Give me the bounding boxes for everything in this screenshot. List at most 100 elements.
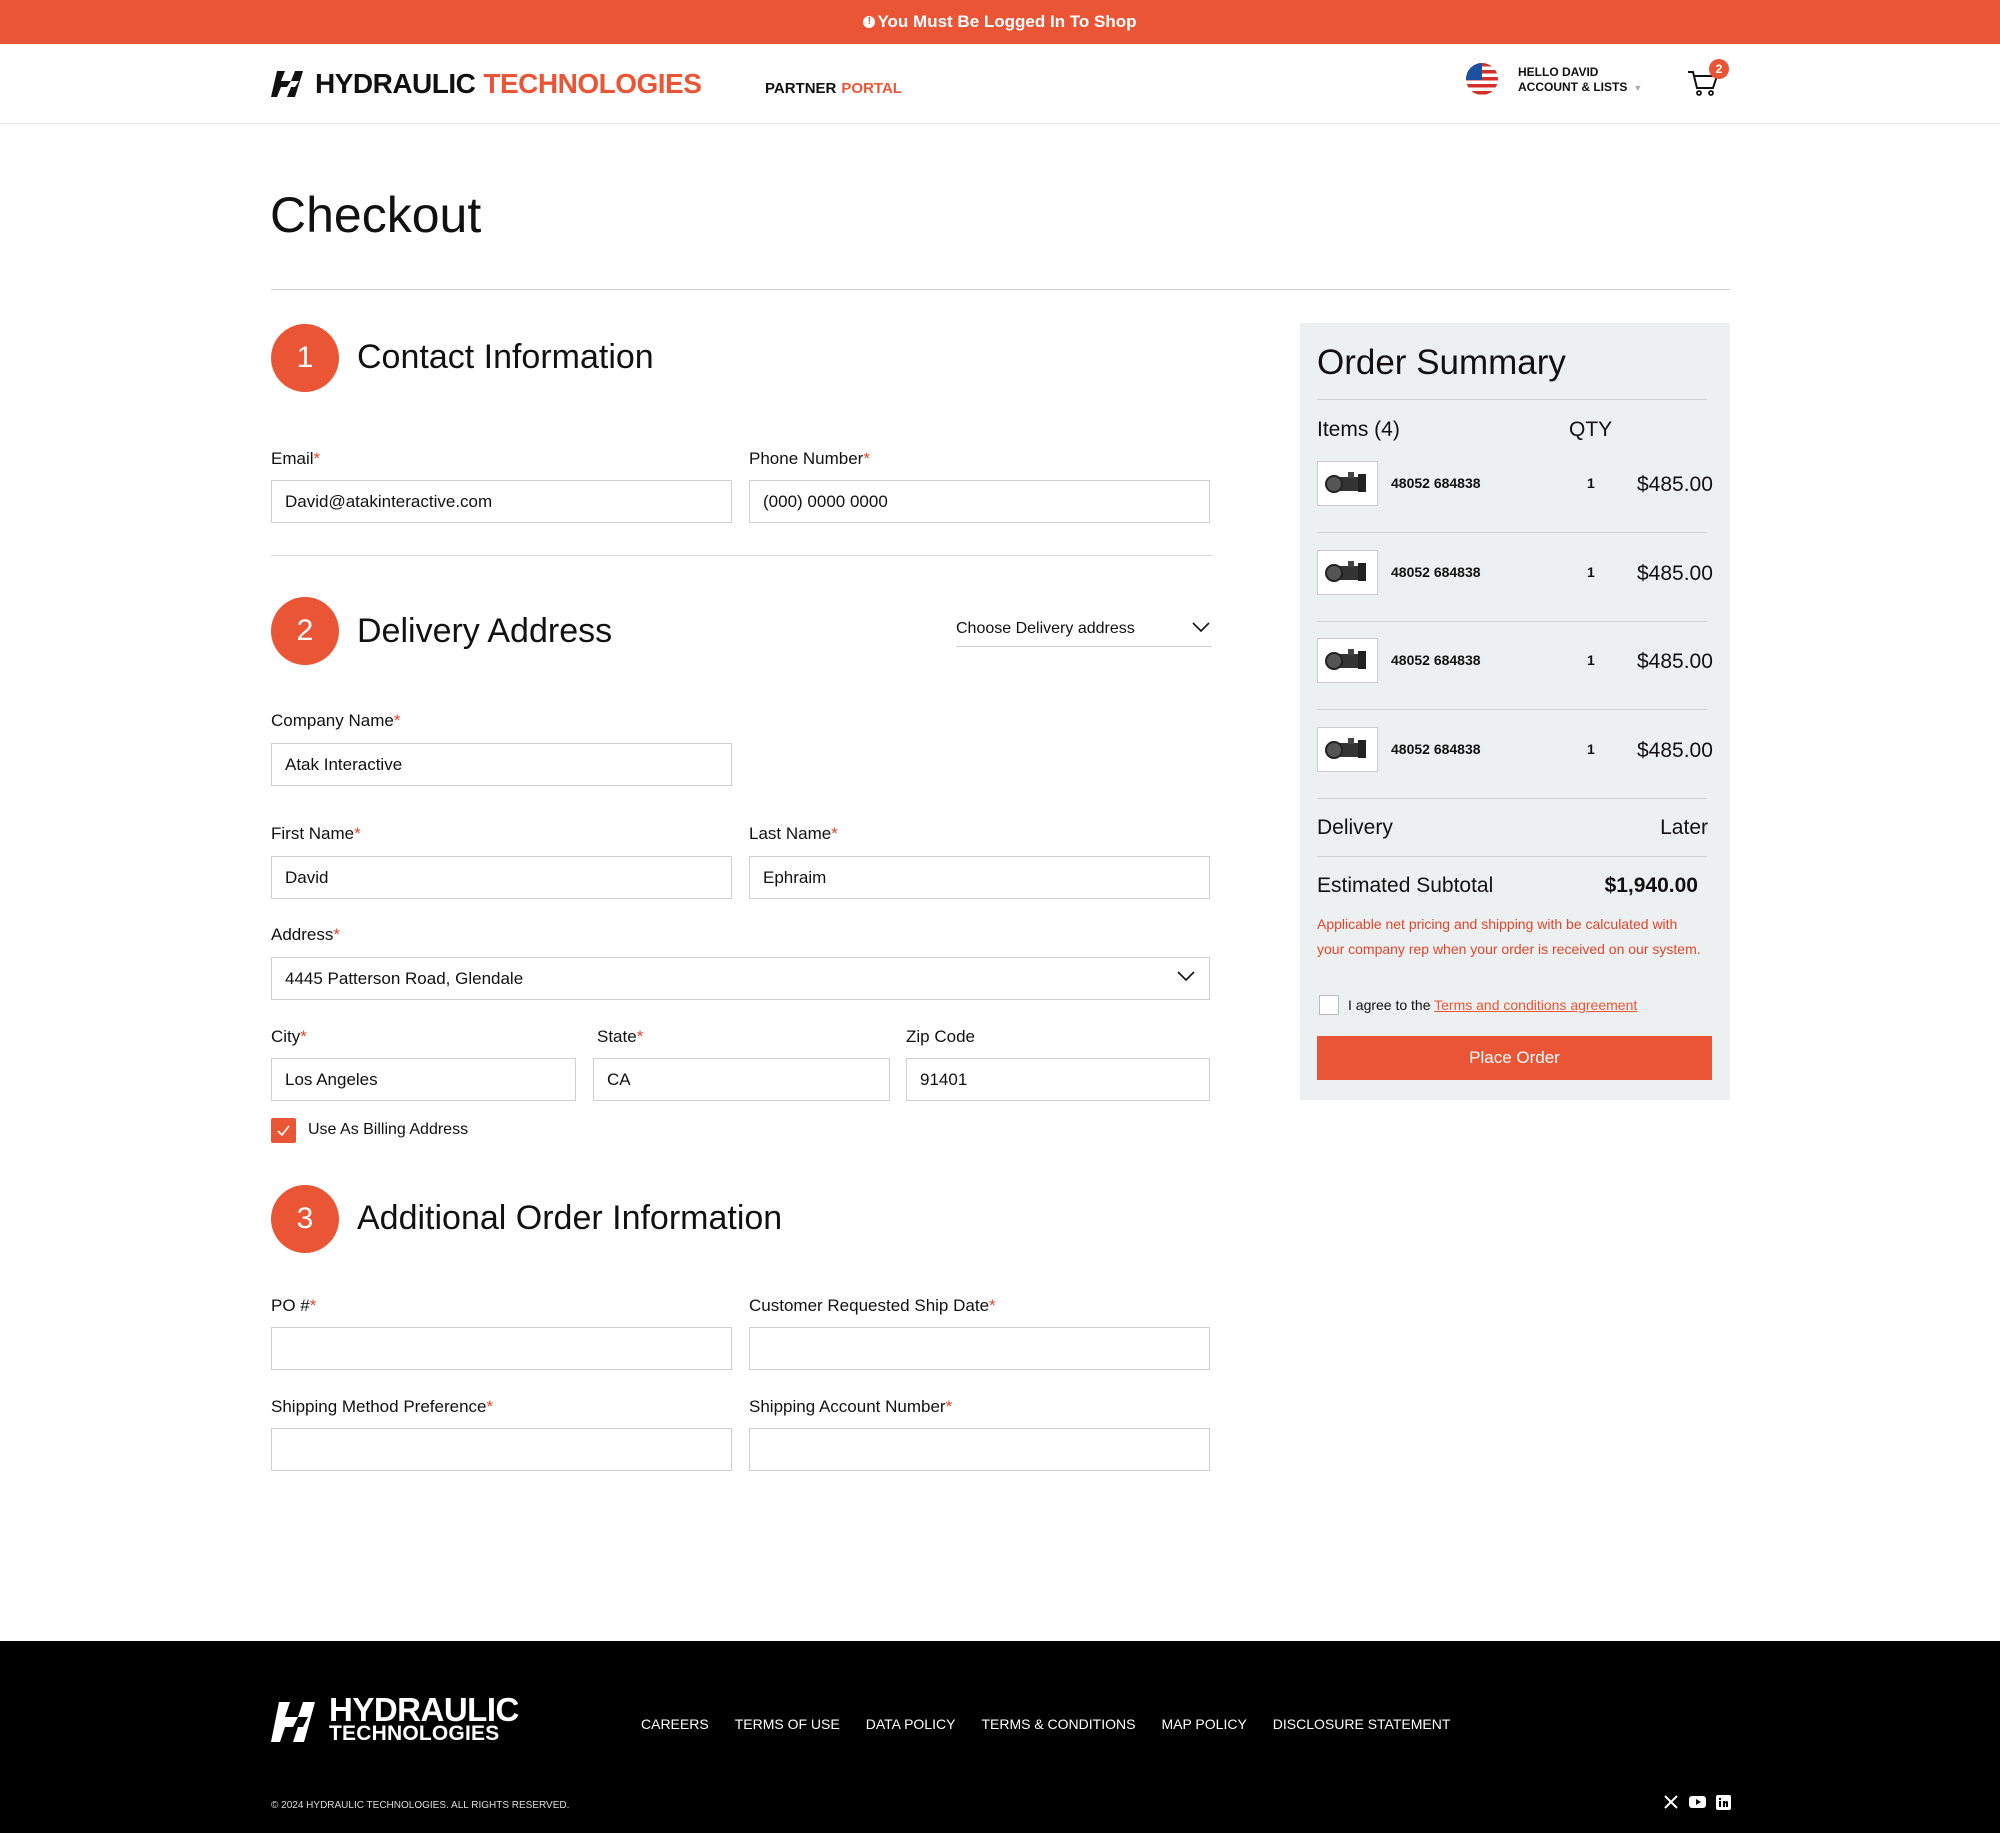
footer-logo-hydraulic: HYDRAULIC bbox=[329, 1691, 519, 1728]
x-icon[interactable] bbox=[1663, 1794, 1679, 1810]
order-item-row: 48052 684838 1 $485.00 bbox=[1317, 550, 1717, 600]
subtotal-label: Estimated Subtotal bbox=[1317, 874, 1494, 897]
email-label: Email* bbox=[271, 449, 321, 468]
pricing-note: Applicable net pricing and shipping with… bbox=[1317, 916, 1701, 957]
item-price: $485.00 bbox=[1637, 473, 1713, 496]
divider bbox=[1317, 709, 1707, 710]
subtotal-value: $1,940.00 bbox=[1604, 874, 1698, 897]
ship-date-field[interactable] bbox=[749, 1327, 1210, 1370]
billing-address-checkbox[interactable] bbox=[271, 1118, 296, 1143]
ship-method-field[interactable] bbox=[271, 1428, 732, 1471]
page-title: Checkout bbox=[270, 187, 482, 243]
last-name-input[interactable] bbox=[763, 867, 1196, 888]
ship-account-field[interactable] bbox=[749, 1428, 1210, 1471]
ship-date-input[interactable] bbox=[763, 1338, 1196, 1359]
last-name-label: Last Name* bbox=[749, 824, 838, 843]
address-select[interactable]: 4445 Patterson Road, Glendale bbox=[271, 957, 1210, 1000]
email-input[interactable] bbox=[285, 491, 718, 512]
footer-link-terms-conditions[interactable]: TERMS & CONDITIONS bbox=[981, 1716, 1135, 1732]
login-banner-text: You Must Be Logged In To Shop bbox=[877, 12, 1137, 31]
first-name-input[interactable] bbox=[285, 867, 718, 888]
divider bbox=[1317, 399, 1707, 400]
po-field[interactable] bbox=[271, 1327, 732, 1370]
logo-mark-icon bbox=[271, 1702, 315, 1742]
footer-link-map-policy[interactable]: MAP POLICY bbox=[1161, 1716, 1246, 1732]
linkedin-icon[interactable] bbox=[1716, 1794, 1731, 1810]
site-footer: HYDRAULIC TECHNOLOGIES CAREERS TERMS OF … bbox=[0, 1641, 2000, 1833]
step-3-badge: 3 bbox=[271, 1185, 339, 1253]
item-qty: 1 bbox=[1587, 475, 1595, 491]
account-lists-label: ACCOUNT & LISTS bbox=[1518, 80, 1628, 94]
choose-delivery-address-select[interactable]: Choose Delivery address bbox=[956, 620, 1212, 647]
info-icon: ! bbox=[863, 16, 876, 28]
terms-checkbox[interactable] bbox=[1319, 995, 1339, 1015]
company-field[interactable] bbox=[271, 743, 732, 786]
additional-section-title: Additional Order Information bbox=[357, 1199, 783, 1237]
product-thumbnail[interactable] bbox=[1317, 727, 1378, 772]
company-input[interactable] bbox=[285, 754, 718, 775]
item-sku: 48052 684838 bbox=[1391, 475, 1481, 491]
last-name-field[interactable] bbox=[749, 856, 1210, 899]
chevron-down-icon bbox=[1177, 971, 1195, 982]
address-label: Address* bbox=[271, 925, 340, 944]
logo-word-hydraulic: HYDRAULIC bbox=[315, 68, 476, 99]
footer-logo[interactable]: HYDRAULIC TECHNOLOGIES bbox=[271, 1691, 519, 1746]
portal-text: PORTAL bbox=[841, 80, 902, 97]
item-price: $485.00 bbox=[1637, 562, 1713, 585]
zip-field[interactable] bbox=[906, 1058, 1210, 1101]
account-greeting: HELLO DAVID bbox=[1518, 65, 1599, 79]
product-thumbnail[interactable] bbox=[1317, 550, 1378, 595]
footer-link-careers[interactable]: CAREERS bbox=[641, 1716, 709, 1732]
social-links bbox=[1663, 1794, 1731, 1810]
step-1-badge: 1 bbox=[271, 324, 339, 392]
company-label: Company Name* bbox=[271, 711, 401, 730]
terms-link[interactable]: Terms and conditions agreement bbox=[1434, 997, 1637, 1013]
step-2-badge: 2 bbox=[271, 597, 339, 665]
ship-method-input[interactable] bbox=[285, 1439, 718, 1460]
phone-field[interactable] bbox=[749, 480, 1210, 523]
site-logo[interactable]: HYDRAULIC TECHNOLOGIES bbox=[271, 68, 702, 100]
divider bbox=[1317, 856, 1707, 857]
ship-account-input[interactable] bbox=[763, 1439, 1196, 1460]
order-item-row: 48052 684838 1 $485.00 bbox=[1317, 727, 1717, 777]
city-input[interactable] bbox=[285, 1069, 562, 1090]
divider bbox=[1317, 621, 1707, 622]
cart-count-badge: 2 bbox=[1709, 59, 1729, 79]
footer-link-data-policy[interactable]: DATA POLICY bbox=[866, 1716, 956, 1732]
order-item-row: 48052 684838 1 $485.00 bbox=[1317, 638, 1717, 688]
footer-links: CAREERS TERMS OF USE DATA POLICY TERMS &… bbox=[641, 1716, 1450, 1732]
place-order-button[interactable]: Place Order bbox=[1317, 1036, 1712, 1080]
first-name-field[interactable] bbox=[271, 856, 732, 899]
email-field[interactable] bbox=[271, 480, 732, 523]
youtube-icon[interactable] bbox=[1689, 1795, 1706, 1809]
first-name-label: First Name* bbox=[271, 824, 361, 843]
chevron-down-icon: ▼ bbox=[1633, 83, 1643, 93]
hydraulic-pump-icon bbox=[1325, 561, 1366, 582]
phone-input[interactable] bbox=[763, 491, 1196, 512]
city-field[interactable] bbox=[271, 1058, 576, 1101]
copyright: © 2024 HYDRAULIC TECHNOLOGIES. ALL RIGHT… bbox=[271, 1800, 570, 1811]
checkmark-icon bbox=[277, 1125, 290, 1137]
footer-link-terms-of-use[interactable]: TERMS OF USE bbox=[735, 1716, 840, 1732]
state-input[interactable] bbox=[607, 1069, 876, 1090]
product-thumbnail[interactable] bbox=[1317, 638, 1378, 683]
delivery-section-title: Delivery Address bbox=[357, 612, 613, 650]
po-input[interactable] bbox=[285, 1338, 718, 1359]
us-flag-icon[interactable] bbox=[1466, 63, 1498, 95]
logo-mark-icon bbox=[271, 71, 303, 97]
item-sku: 48052 684838 bbox=[1391, 741, 1481, 757]
state-field[interactable] bbox=[593, 1058, 890, 1101]
product-thumbnail[interactable] bbox=[1317, 461, 1378, 506]
item-qty: 1 bbox=[1587, 564, 1595, 580]
zip-input[interactable] bbox=[920, 1069, 1196, 1090]
delivery-label: Delivery bbox=[1317, 816, 1393, 839]
phone-label: Phone Number* bbox=[749, 449, 870, 468]
account-menu[interactable]: HELLO DAVID ACCOUNT & LISTS ▼ bbox=[1518, 65, 1642, 96]
footer-link-disclosure[interactable]: DISCLOSURE STATEMENT bbox=[1273, 1716, 1451, 1732]
terms-label: I agree to the Terms and conditions agre… bbox=[1348, 997, 1638, 1013]
chevron-down-icon bbox=[1192, 622, 1210, 633]
logo-word-technologies: TECHNOLOGIES bbox=[483, 68, 702, 99]
po-label: PO #* bbox=[271, 1296, 317, 1315]
delivery-value: Later bbox=[1660, 816, 1708, 839]
item-price: $485.00 bbox=[1637, 739, 1713, 762]
